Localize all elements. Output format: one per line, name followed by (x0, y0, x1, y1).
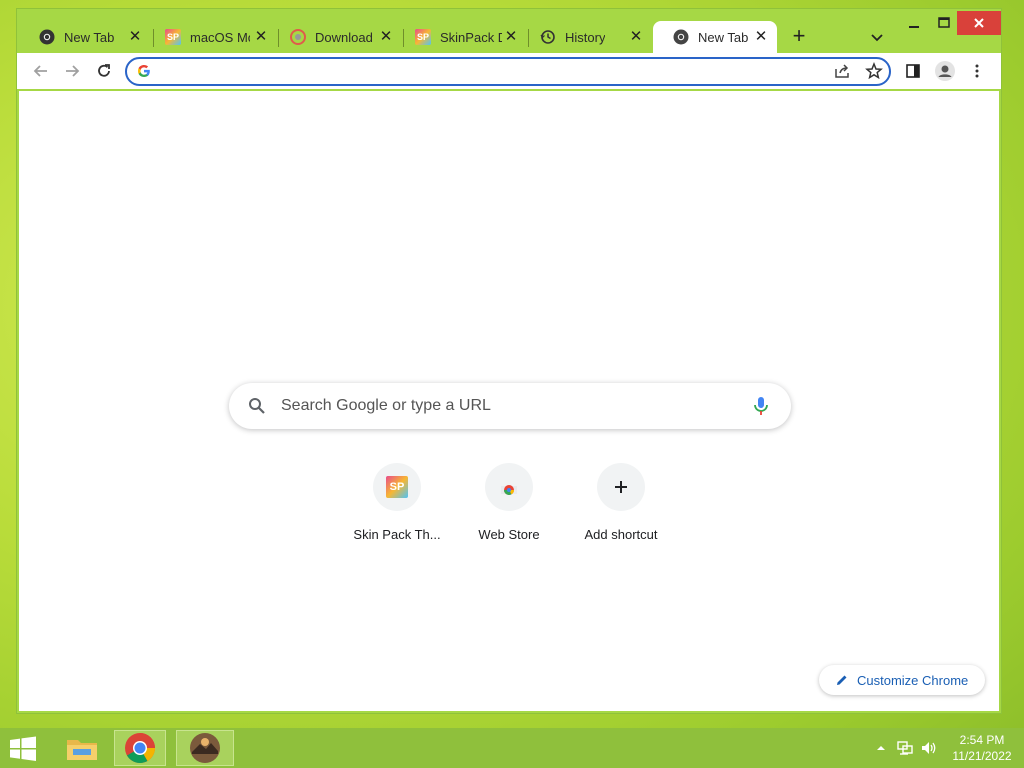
start-button[interactable] (8, 736, 38, 762)
menu-button[interactable] (965, 59, 989, 83)
tab-label: SkinPack D (440, 29, 502, 45)
side-panel-icon (906, 64, 920, 78)
side-panel-button[interactable] (901, 59, 925, 83)
omnibox[interactable] (125, 57, 891, 86)
new-tab-button[interactable]: + (789, 25, 809, 47)
shortcut-skin-pack[interactable]: SP Skin Pack Th... (341, 463, 453, 553)
tab-download[interactable]: Download ✕ (270, 21, 402, 53)
customize-label: Customize Chrome (857, 672, 969, 688)
tab-strip: New Tab ✕ SP macOS Mo ✕ Download ✕ SP Sk… (17, 9, 1001, 53)
bookmark-star-icon[interactable] (865, 61, 885, 82)
web-store-icon (485, 463, 533, 511)
reload-icon (98, 64, 110, 77)
shortcut-web-store[interactable]: Web Store (453, 463, 565, 553)
chrome-icon (39, 29, 55, 45)
mountain-app-icon (190, 733, 220, 763)
clock-time: 2:54 PM (959, 733, 1005, 747)
download-site-icon (290, 29, 306, 45)
back-button[interactable] (29, 59, 53, 83)
taskbar-macos-app[interactable] (176, 730, 234, 766)
pencil-icon (835, 673, 849, 687)
tab-macos[interactable]: SP macOS Mo ✕ (145, 21, 277, 53)
customize-chrome-button[interactable]: Customize Chrome (819, 665, 985, 695)
system-clock[interactable]: 2:54 PM 11/21/2022 (946, 732, 1018, 764)
browser-window: New Tab ✕ SP macOS Mo ✕ Download ✕ SP Sk… (16, 8, 1002, 714)
omnibox-input[interactable] (159, 62, 819, 82)
tab-history[interactable]: History ✕ (520, 21, 652, 53)
shortcut-label: Add shortcut (584, 527, 658, 542)
arrow-left-icon (33, 65, 47, 77)
taskbar: 2:54 PM 11/21/2022 (0, 728, 1024, 768)
minimize-icon (909, 26, 919, 28)
reload-button[interactable] (92, 59, 116, 83)
minimize-button[interactable] (899, 11, 929, 35)
show-hidden-icons-button[interactable] (876, 738, 886, 758)
maximize-button[interactable] (929, 11, 959, 35)
tab-label: History (565, 29, 606, 45)
tab-label: New Tab (698, 29, 749, 45)
skinpack-icon: SP (373, 463, 421, 511)
chrome-icon (673, 29, 689, 45)
shortcut-label: Web Store (478, 527, 540, 542)
chrome-icon (125, 733, 155, 764)
close-icon (974, 18, 984, 28)
chevron-down-icon (871, 34, 883, 42)
maximize-icon (938, 17, 950, 28)
network-icon[interactable] (896, 738, 914, 758)
close-icon[interactable]: ✕ (127, 29, 143, 45)
tab-search-button[interactable] (869, 29, 885, 45)
folder-icon (67, 740, 97, 760)
kebab-menu-icon (975, 64, 979, 78)
add-shortcut-button[interactable]: Add shortcut (565, 463, 677, 553)
close-icon[interactable]: ✕ (253, 29, 269, 45)
new-tab-page: Search Google or type a URL SP Skin Pack… (19, 91, 999, 711)
search-icon (247, 396, 267, 416)
taskbar-chrome[interactable] (114, 730, 166, 766)
close-icon[interactable]: ✕ (378, 29, 394, 45)
close-icon[interactable]: ✕ (628, 29, 644, 45)
ntp-search-box[interactable]: Search Google or type a URL (229, 383, 791, 429)
skinpack-icon: SP (165, 29, 181, 45)
arrow-right-icon (66, 65, 80, 77)
profile-button[interactable] (933, 59, 957, 83)
volume-icon[interactable] (920, 738, 938, 758)
microphone-icon[interactable] (751, 395, 771, 417)
google-g-icon (137, 64, 151, 81)
plus-icon (597, 463, 645, 511)
tab-label: macOS Mo (190, 29, 250, 45)
toolbar (17, 53, 1001, 89)
windows-logo-icon (10, 736, 36, 761)
shortcut-label: Skin Pack Th... (353, 527, 441, 542)
history-icon (540, 29, 556, 45)
tab-label: New Tab (64, 29, 115, 45)
window-close-button[interactable] (957, 11, 1001, 35)
taskbar-file-explorer[interactable] (56, 730, 108, 766)
tab-new-tab-active[interactable]: New Tab ✕ (653, 21, 777, 53)
close-icon[interactable]: ✕ (503, 29, 519, 45)
search-placeholder: Search Google or type a URL (281, 397, 491, 414)
close-icon[interactable]: ✕ (753, 29, 769, 45)
share-icon[interactable] (833, 62, 853, 82)
skinpack-icon: SP (415, 29, 431, 45)
tab-label: Download (315, 29, 373, 45)
forward-button[interactable] (60, 59, 84, 83)
tab-new-tab-1[interactable]: New Tab ✕ (19, 21, 151, 53)
chevron-up-icon (877, 746, 885, 750)
avatar-icon (935, 61, 955, 81)
tab-skinpack-d[interactable]: SP SkinPack D ✕ (395, 21, 527, 53)
clock-date: 11/21/2022 (952, 749, 1012, 763)
